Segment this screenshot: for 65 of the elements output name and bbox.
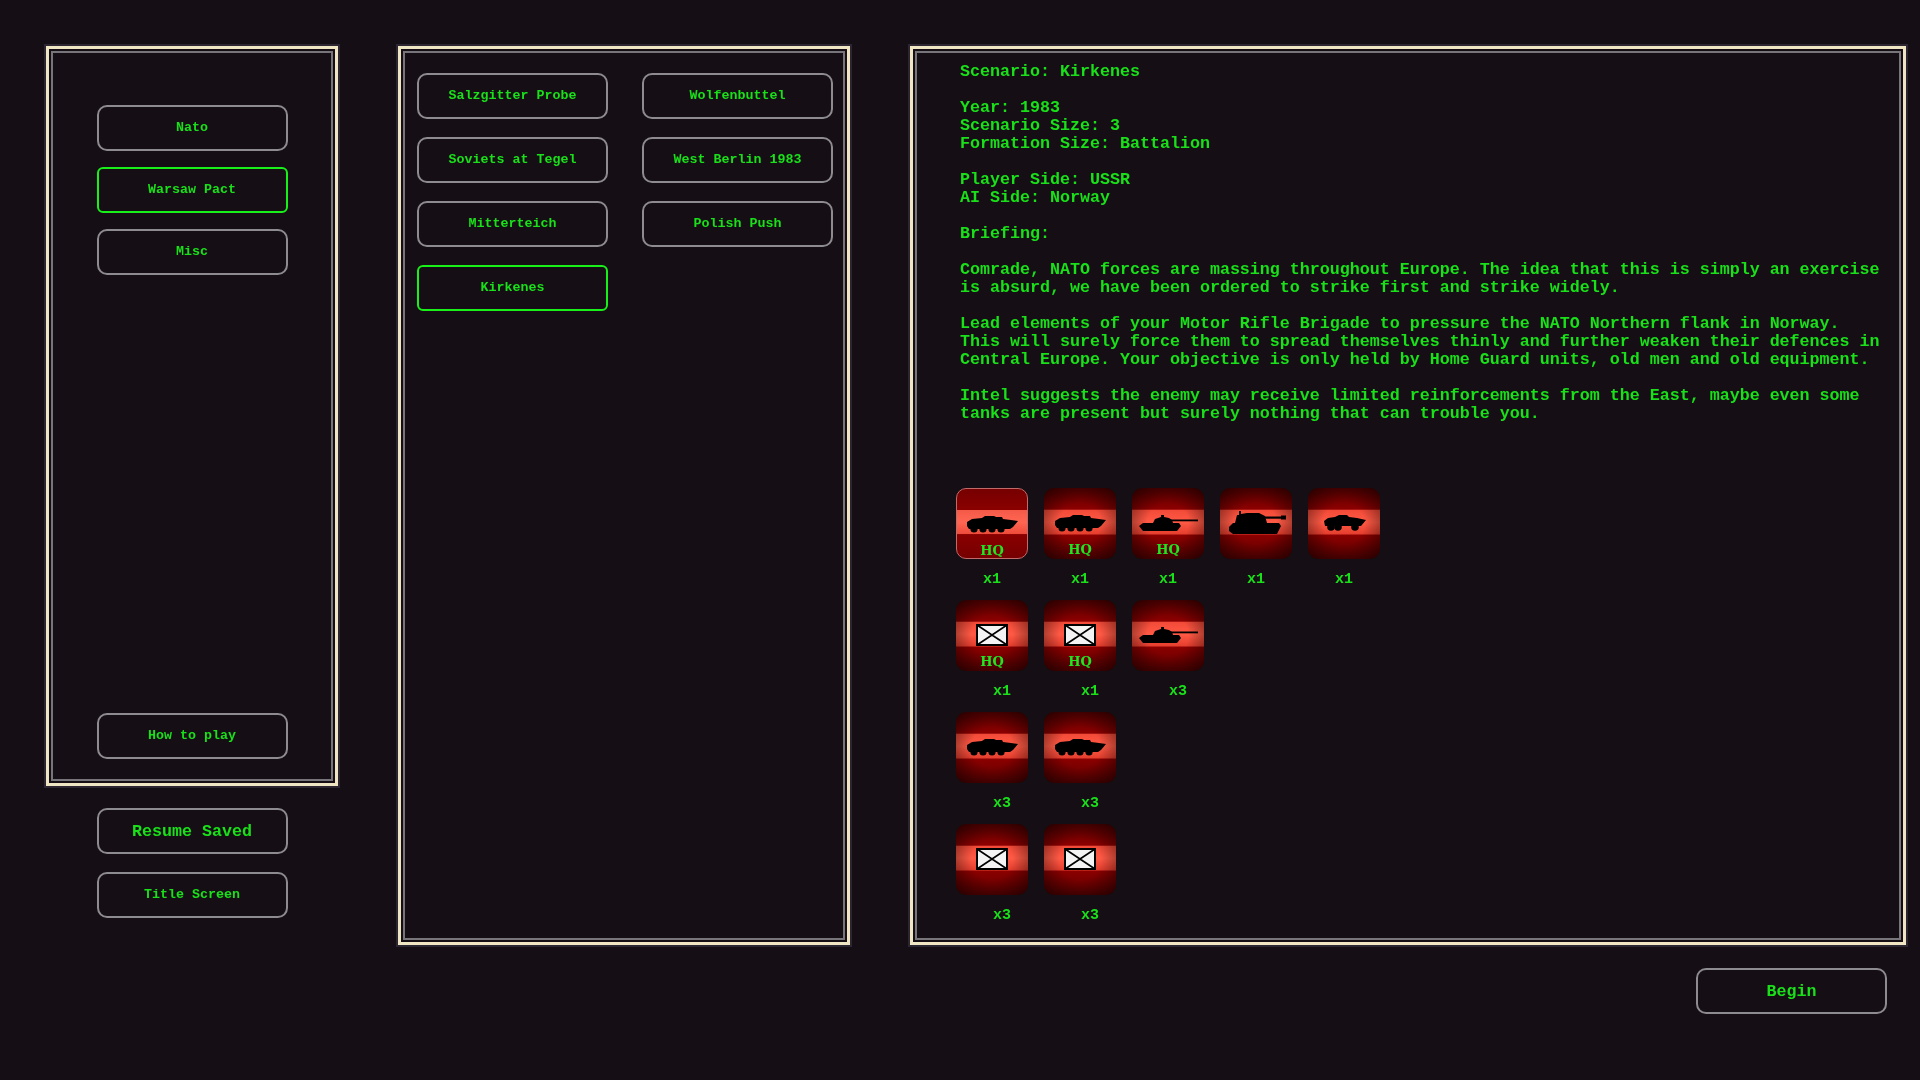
faction-button[interactable]: Misc [96,229,288,275]
hq-label: HQ [1068,543,1092,556]
scenario-button[interactable]: Wolfenbuttel [642,73,833,119]
how-to-play-button[interactable]: How to play [96,713,288,759]
faction-button[interactable]: Nato [96,105,288,151]
hq-label: HQ [1068,655,1092,668]
unit-count: x3 [993,795,1011,813]
unit-count: x3 [1081,907,1099,925]
info-line: Scenario: Kirkenes [960,63,1141,81]
unit-count: x1 [1159,571,1177,589]
unit-count: x1 [1081,683,1099,701]
armored-vehicle-icon [1054,513,1106,532]
title-screen-button[interactable]: Title Screen [96,872,288,918]
tank-icon [1138,626,1198,643]
unit-tile[interactable]: HQ [956,488,1028,559]
unit-tile[interactable]: HQ [1044,600,1116,671]
info-line: Briefing: [960,225,1051,243]
crossed-box-icon [976,623,1008,646]
unit-tile[interactable] [1220,488,1292,559]
scenario-button[interactable]: Polish Push [642,201,833,247]
unit-tile[interactable] [956,824,1028,895]
info-line: Player Side: USSR [960,171,1131,189]
scenario-button[interactable]: Soviets at Tegel [417,137,608,183]
unit-tile[interactable] [1044,712,1116,783]
unit-tile[interactable]: HQ [1044,488,1116,559]
briefing-paragraph: Comrade, NATO forces are massing throughout Europe. The idea that this is simply an exercise is absurd, we have been ordered to strike first and strike widely. [960,261,1881,297]
heavy-tank-icon [1226,511,1286,534]
briefing-paragraph: Intel suggests the enemy may receive limited reinforcements from the East, maybe even some tanks are present but surely nothing that can trouble you. [960,387,1861,423]
unit-count: x1 [1247,571,1265,589]
unit-tile[interactable]: HQ [1132,488,1204,559]
armored-vehicle-icon [966,737,1018,756]
faction-button[interactable]: Warsaw Pact [96,167,288,213]
crossed-box-icon [1064,847,1096,870]
unit-count: x3 [993,907,1011,925]
begin-button[interactable]: Begin [1696,968,1887,1014]
unit-count: x1 [1335,571,1353,589]
unit-count: x1 [993,683,1011,701]
scenario-button[interactable]: Kirkenes [417,265,608,311]
hq-label: HQ [980,544,1004,557]
hq-label: HQ [1156,543,1180,556]
unit-tile[interactable] [1308,488,1380,559]
info-line: Scenario Size: 3 [960,117,1121,135]
scenario-button[interactable]: Mitterteich [417,201,608,247]
unit-tile[interactable]: HQ [956,600,1028,671]
armored-vehicle-icon [1054,737,1106,756]
tank-icon [1138,514,1198,531]
unit-count: x1 [983,571,1001,589]
crossed-box-icon [1064,623,1096,646]
briefing-paragraph: Lead elements of your Motor Rifle Brigade to pressure the NATO Northern flank in Norway. This will surely force them to spread themselves thinly and further weaken their defences in Central Europe. Your objective is only held by Home Guard units, old men and old equipment. [960,315,1881,369]
info-line: AI Side: Norway [960,189,1111,207]
unit-tile[interactable] [956,712,1028,783]
info-line: Formation Size: Battalion [960,135,1211,153]
unit-count: x3 [1081,795,1099,813]
wheeled-vehicle-icon [1322,514,1366,531]
hq-label: HQ [980,655,1004,668]
scenario-button[interactable]: Salzgitter Probe [417,73,608,119]
resume-saved-button[interactable]: Resume Saved [96,808,288,854]
armored-vehicle-icon [966,514,1018,533]
info-line: Year: 1983 [960,99,1061,117]
unit-tile[interactable] [1044,824,1116,895]
unit-count: x1 [1071,571,1089,589]
unit-count: x3 [1169,683,1187,701]
scenario-button[interactable]: West Berlin 1983 [642,137,833,183]
crossed-box-icon [976,847,1008,870]
unit-tile[interactable] [1132,600,1204,671]
